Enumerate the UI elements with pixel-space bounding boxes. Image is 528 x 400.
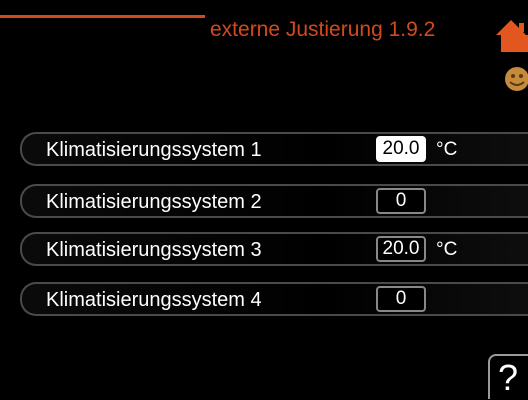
row-label: Klimatisierungssystem 2	[46, 191, 262, 213]
value-field[interactable]: 20.0	[376, 236, 426, 262]
row-climate-system-4[interactable]: Klimatisierungssystem 4 0	[20, 282, 528, 316]
page-title: externe Justierung 1.9.2	[210, 18, 436, 41]
row-climate-system-1[interactable]: Klimatisierungssystem 1 20.0 °C	[20, 132, 528, 166]
unit-label: °C	[436, 139, 458, 160]
row-climate-system-3[interactable]: Klimatisierungssystem 3 20.0 °C	[20, 232, 528, 266]
row-label: Klimatisierungssystem 1	[46, 139, 262, 161]
value-field[interactable]: 0	[376, 188, 426, 214]
row-climate-system-2[interactable]: Klimatisierungssystem 2 0	[20, 184, 528, 218]
value-field[interactable]: 0	[376, 286, 426, 312]
help-button[interactable]: ?	[488, 354, 528, 399]
header-divider	[0, 15, 205, 18]
row-label: Klimatisierungssystem 4	[46, 289, 262, 311]
value-field[interactable]: 20.0	[376, 136, 426, 162]
unit-label: °C	[436, 239, 458, 260]
question-mark-icon: ?	[498, 357, 519, 398]
row-label: Klimatisierungssystem 3	[46, 239, 262, 261]
smiley-icon	[505, 67, 528, 91]
home-icon[interactable]	[494, 18, 528, 54]
